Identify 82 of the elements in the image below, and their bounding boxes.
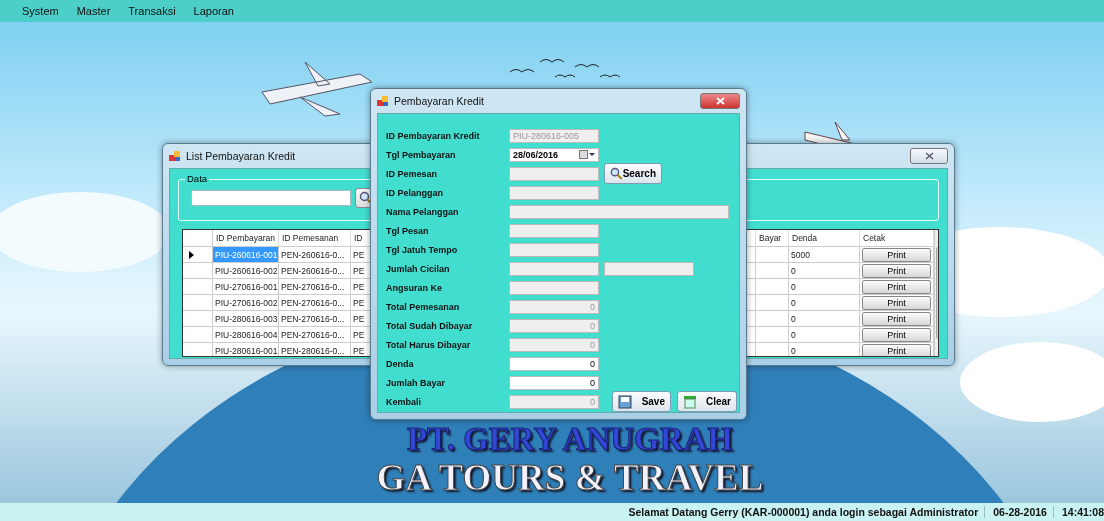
close-button[interactable] — [910, 148, 948, 164]
table-cell: PIU-270616-001 — [213, 279, 279, 295]
table-cell — [756, 327, 789, 343]
column-header[interactable]: ID Pembayaran — [216, 233, 276, 243]
table-cell: PIU-280616-001 — [213, 343, 279, 356]
table-cell: 0 — [789, 263, 860, 279]
column-header[interactable]: ID Pemesanan — [282, 233, 339, 243]
table-cell — [756, 279, 789, 295]
table-cell: PEN-260616-0... — [279, 263, 351, 279]
calendar-dropdown-icon — [579, 150, 595, 159]
window-title: List Pembayaran Kredit — [186, 150, 296, 162]
row-header — [183, 230, 213, 247]
window-title: Pembayaran Kredit — [394, 95, 484, 107]
field-label: Angsuran Ke — [386, 282, 443, 293]
field-label: Kembali — [386, 396, 422, 407]
field-label: Total Pemesanan — [386, 301, 461, 312]
menu-item[interactable]: Master — [74, 5, 113, 17]
field-label: Nama Pelanggan — [386, 206, 460, 217]
column-header[interactable]: ID — [354, 233, 363, 243]
table-cell: PIU-260616-001 — [213, 247, 279, 263]
table-cell: 0 — [789, 343, 860, 356]
print-button[interactable]: Print — [862, 311, 931, 326]
menu-item[interactable]: Transaksi — [126, 5, 178, 17]
save-button[interactable]: Save — [612, 391, 671, 412]
window-icon — [377, 95, 389, 107]
column-header[interactable]: Denda — [792, 233, 818, 243]
table-cell: 0 — [789, 311, 860, 327]
table-cell — [756, 295, 789, 311]
search-field[interactable] — [191, 190, 351, 206]
clear-button[interactable]: Clear — [677, 391, 737, 412]
input-field[interactable]: 0 — [509, 356, 599, 371]
field-label: Tgl Pesan — [386, 225, 430, 236]
table-cell: PEN-270616-0... — [279, 311, 351, 327]
window-icon — [169, 150, 181, 162]
close-icon — [924, 152, 934, 160]
close-button[interactable] — [700, 93, 740, 109]
print-button[interactable]: Print — [862, 327, 931, 342]
trash-bin-icon — [683, 394, 697, 409]
company-logo-text: GA TOURS & TRAVEL — [376, 458, 764, 498]
print-button[interactable]: Print — [862, 247, 931, 262]
status-date: 06-28-2016 — [993, 506, 1054, 518]
close-icon — [715, 97, 725, 105]
table-cell: 0 — [789, 279, 860, 295]
field-label: ID Pemesan — [386, 168, 439, 179]
table-cell — [756, 311, 789, 327]
status-time: 14:41:08 — [1061, 506, 1104, 518]
field-label: Tgl Pembayaran — [386, 149, 457, 160]
table-cell: PIU-270616-002 — [213, 295, 279, 311]
table-cell: 0 — [789, 295, 860, 311]
field-label: Jumlah Bayar — [386, 377, 447, 388]
print-button[interactable]: Print — [862, 343, 931, 356]
magnifier-icon — [359, 191, 373, 205]
menu-item[interactable]: Laporan — [191, 5, 236, 17]
date-picker[interactable]: 28/06/2016 — [509, 147, 599, 162]
table-cell: PEN-280616-0... — [279, 343, 351, 356]
print-button[interactable]: Print — [862, 279, 931, 294]
table-cell: PIU-280616-003 — [213, 311, 279, 327]
table-cell: PEN-260616-0... — [279, 247, 351, 263]
table-cell: PIU-280616-004 — [213, 327, 279, 343]
field-label: Denda — [386, 358, 415, 369]
column-header[interactable]: Cetak — [863, 233, 886, 243]
print-button[interactable]: Print — [862, 263, 931, 278]
input-field[interactable]: 0 — [509, 375, 599, 390]
table-cell: PIU-260616-002 — [213, 263, 279, 279]
status-message: Selamat Datang Gerry (KAR-000001) anda login sebagai Administrator — [628, 506, 986, 518]
field-label: ID Pembayaran Kredit — [386, 130, 481, 141]
group-label: Data — [185, 173, 210, 184]
table-cell: 5000 — [789, 247, 860, 263]
field-label: ID Pelanggan — [386, 187, 444, 198]
table-cell: PEN-270616-0... — [279, 327, 351, 343]
column-header[interactable]: Bayar — [759, 233, 782, 243]
field-label: Jumlah Cicilan — [386, 263, 451, 274]
print-button[interactable]: Print — [862, 295, 931, 310]
menu-item[interactable]: System — [20, 5, 61, 17]
table-cell: PEN-270616-0... — [279, 295, 351, 311]
company-logo-text: PT. GERY ANUGRAH — [406, 422, 734, 457]
table-cell — [756, 263, 789, 279]
field-label: Tgl Jatuh Tempo — [386, 244, 459, 255]
table-cell: 0 — [789, 327, 860, 343]
table-cell — [756, 247, 789, 263]
magnifier-icon — [610, 167, 623, 180]
table-cell: PEN-270616-0... — [279, 279, 351, 295]
